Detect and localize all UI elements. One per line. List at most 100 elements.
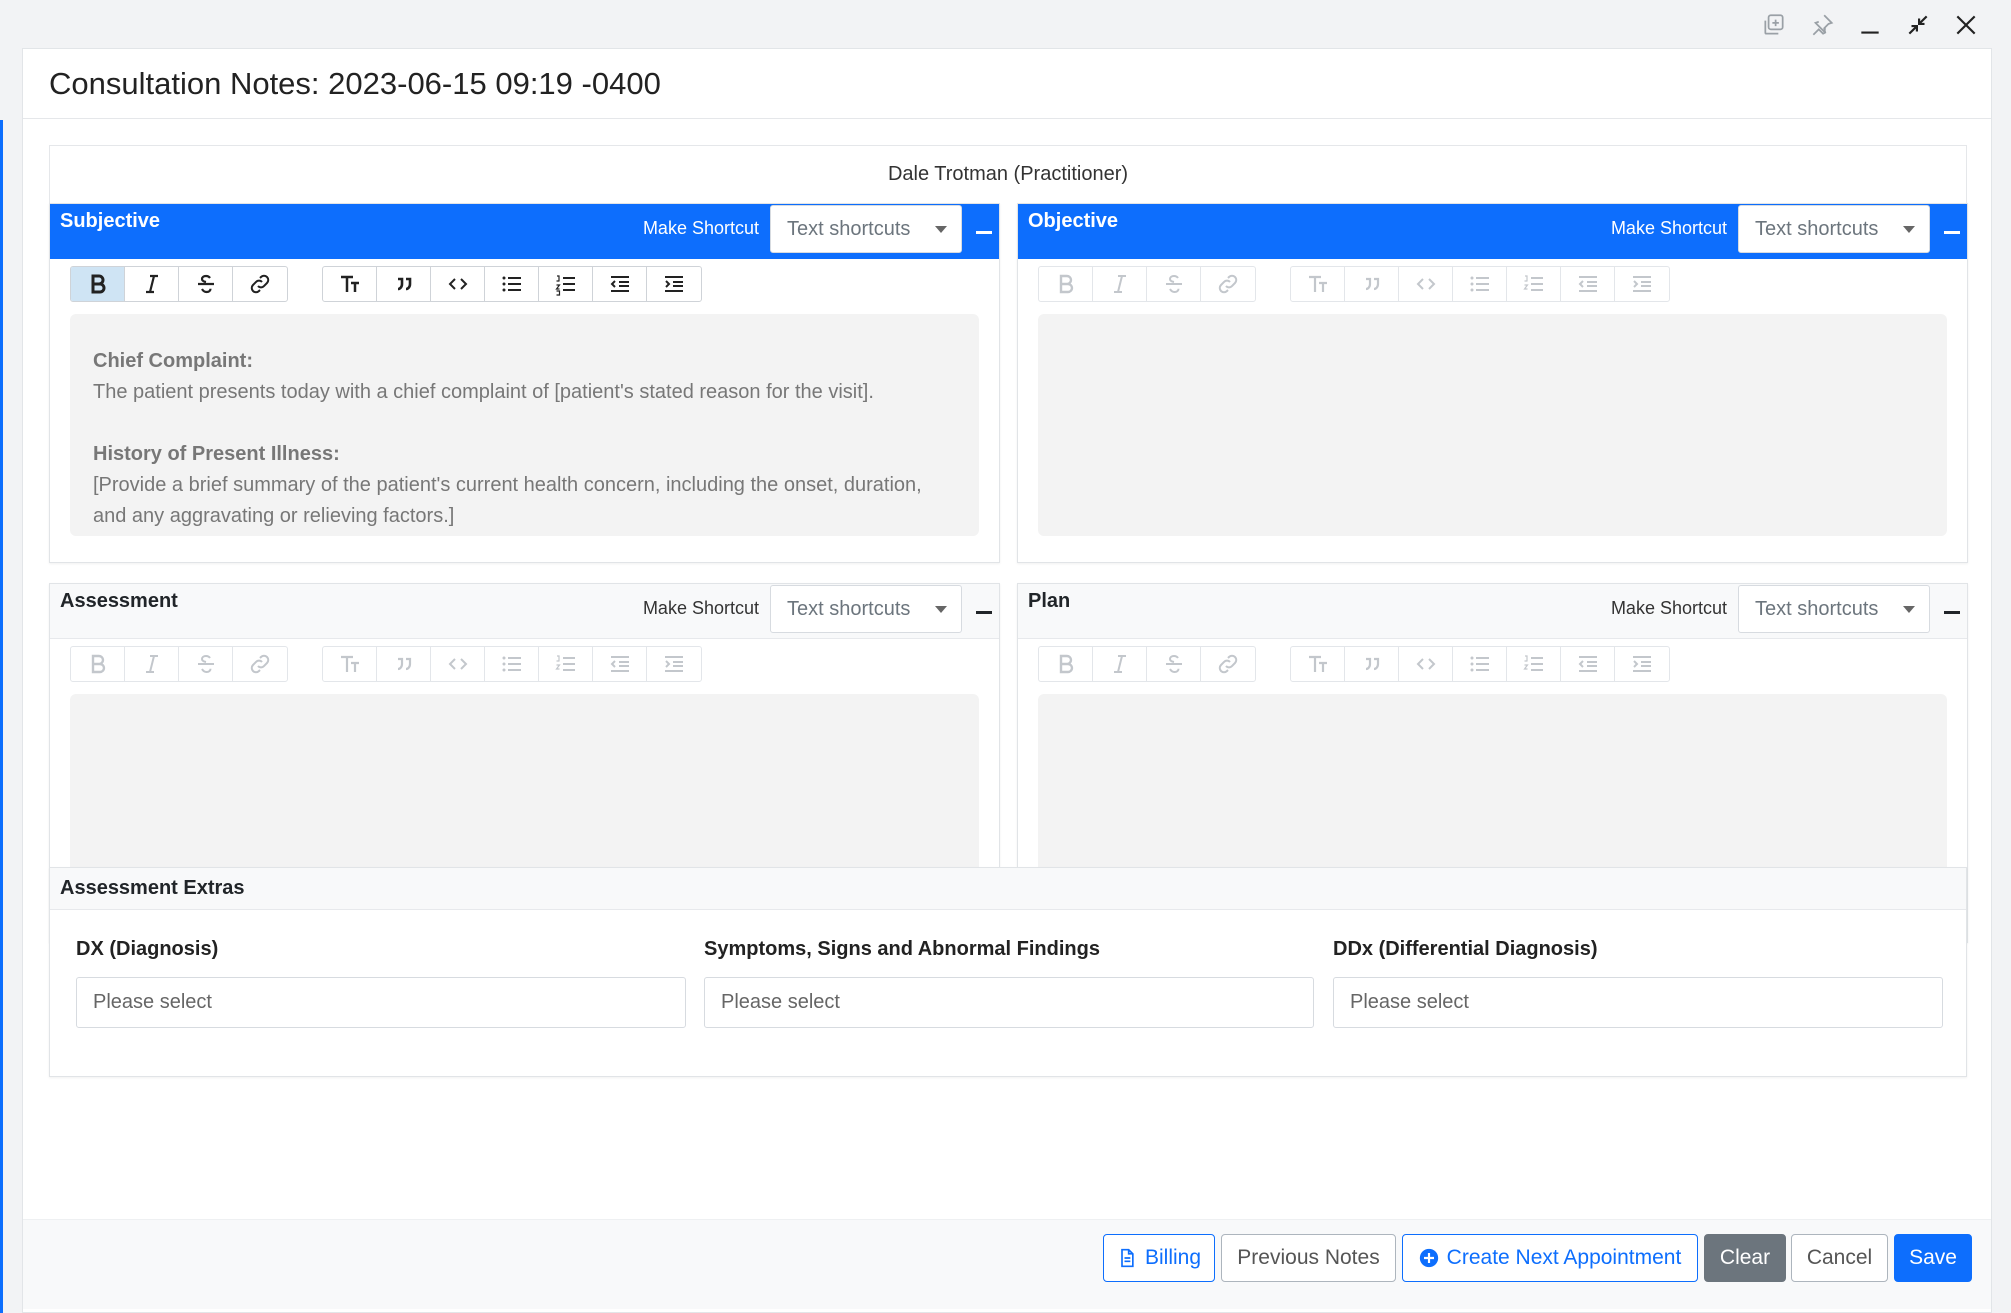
assessment-collapse-button[interactable]	[976, 611, 992, 614]
assessment-text-shortcuts-placeholder: Text shortcuts	[787, 597, 911, 620]
objective-make-shortcut-link[interactable]: Make Shortcut	[1611, 218, 1727, 239]
subjective-title: Subjective	[60, 210, 161, 232]
link-icon[interactable]	[1201, 267, 1255, 301]
subjective-collapse-button[interactable]	[976, 231, 992, 234]
collapse-icon[interactable]	[1901, 8, 1935, 42]
code-icon[interactable]	[1399, 647, 1453, 681]
objective-collapse-button[interactable]	[1944, 231, 1960, 234]
create-next-appointment-label: Create Next Appointment	[1446, 1246, 1682, 1269]
plan-make-shortcut-link[interactable]: Make Shortcut	[1611, 598, 1727, 619]
bold-icon[interactable]	[1039, 647, 1093, 681]
chief-complaint-text: The patient presents today with a chief …	[93, 381, 874, 403]
caret-down-icon	[1903, 606, 1915, 613]
assessment-title: Assessment	[60, 590, 178, 612]
quote-icon[interactable]	[1345, 267, 1399, 301]
ddx-select[interactable]: Please select	[1333, 977, 1943, 1028]
subjective-panel-header: Subjective Make Shortcut Text shortcuts	[50, 204, 999, 259]
bold-icon[interactable]	[1039, 267, 1093, 301]
consultation-notes-modal: Consultation Notes: 2023-06-15 09:19 -04…	[22, 48, 1992, 1313]
clear-button[interactable]: Clear	[1704, 1234, 1786, 1282]
quote-icon[interactable]	[377, 267, 431, 301]
ddx-field: DDx (Differential Diagnosis) Please sele…	[1333, 938, 1943, 1028]
strikethrough-icon[interactable]	[1147, 267, 1201, 301]
modal-title: Consultation Notes: 2023-06-15 09:19 -04…	[49, 65, 661, 101]
hpi-text: [Provide a brief summary of the patient'…	[93, 474, 922, 527]
pin-icon[interactable]	[1805, 8, 1839, 42]
strikethrough-icon[interactable]	[179, 647, 233, 681]
heading-icon[interactable]	[1291, 647, 1345, 681]
previous-notes-button[interactable]: Previous Notes	[1221, 1234, 1396, 1282]
bullet-list-icon[interactable]	[1453, 647, 1507, 681]
numbered-list-icon[interactable]	[1507, 267, 1561, 301]
close-icon[interactable]	[1949, 8, 1983, 42]
numbered-list-icon[interactable]	[1507, 647, 1561, 681]
link-icon[interactable]	[1201, 647, 1255, 681]
link-icon[interactable]	[233, 267, 287, 301]
italic-icon[interactable]	[1093, 647, 1147, 681]
modal-footer: Billing Previous Notes Create Next Appoi…	[23, 1219, 1991, 1309]
bullet-list-icon[interactable]	[485, 267, 539, 301]
strikethrough-icon[interactable]	[1147, 647, 1201, 681]
outdent-icon[interactable]	[1561, 647, 1615, 681]
assessment-text-shortcuts-select[interactable]: Text shortcuts	[770, 585, 962, 633]
symptoms-select[interactable]: Please select	[704, 977, 1314, 1028]
assessment-panel-header: Assessment Make Shortcut Text shortcuts	[50, 584, 999, 639]
ddx-label: DDx (Differential Diagnosis)	[1333, 938, 1598, 960]
billing-button[interactable]: Billing	[1103, 1234, 1215, 1282]
strikethrough-icon[interactable]	[179, 267, 233, 301]
bold-icon[interactable]	[71, 647, 125, 681]
bold-icon[interactable]	[71, 267, 125, 301]
subjective-make-shortcut-link[interactable]: Make Shortcut	[643, 218, 759, 239]
plan-collapse-button[interactable]	[1944, 611, 1960, 614]
objective-text-shortcuts-placeholder: Text shortcuts	[1755, 217, 1879, 240]
window-controls	[1757, 8, 1983, 42]
practitioner-name: Dale Trotman (Practitioner)	[49, 145, 1967, 203]
heading-icon[interactable]	[323, 267, 377, 301]
heading-icon[interactable]	[1291, 267, 1345, 301]
symptoms-field: Symptoms, Signs and Abnormal Findings Pl…	[704, 938, 1314, 1028]
quote-icon[interactable]	[1345, 647, 1399, 681]
italic-icon[interactable]	[125, 267, 179, 301]
assessment-editor-toolbar	[70, 646, 702, 682]
modal-body: Dale Trotman (Practitioner) Subjective M…	[49, 145, 1968, 943]
caret-down-icon	[935, 606, 947, 613]
save-button[interactable]: Save	[1894, 1234, 1972, 1282]
plan-text-shortcuts-select[interactable]: Text shortcuts	[1738, 585, 1930, 633]
bullet-list-icon[interactable]	[485, 647, 539, 681]
link-icon[interactable]	[233, 647, 287, 681]
objective-editor[interactable]	[1038, 314, 1947, 536]
heading-icon[interactable]	[323, 647, 377, 681]
caret-down-icon	[1903, 226, 1915, 233]
outdent-icon[interactable]	[593, 267, 647, 301]
quote-icon[interactable]	[377, 647, 431, 681]
cancel-button[interactable]: Cancel	[1791, 1234, 1888, 1282]
bullet-list-icon[interactable]	[1453, 267, 1507, 301]
assessment-make-shortcut-link[interactable]: Make Shortcut	[643, 598, 759, 619]
outdent-icon[interactable]	[1561, 267, 1615, 301]
modal-header: Consultation Notes: 2023-06-15 09:19 -04…	[23, 49, 1991, 119]
minimize-icon[interactable]	[1853, 8, 1887, 42]
indent-icon[interactable]	[647, 267, 701, 301]
objective-text-shortcuts-select[interactable]: Text shortcuts	[1738, 205, 1930, 253]
italic-icon[interactable]	[1093, 267, 1147, 301]
plan-title: Plan	[1028, 590, 1071, 612]
subjective-editor[interactable]: Chief Complaint: The patient presents to…	[70, 314, 979, 536]
code-icon[interactable]	[1399, 267, 1453, 301]
dx-select[interactable]: Please select	[76, 977, 686, 1028]
plan-panel-header: Plan Make Shortcut Text shortcuts	[1018, 584, 1967, 639]
subjective-text-shortcuts-select[interactable]: Text shortcuts	[770, 205, 962, 253]
code-icon[interactable]	[431, 267, 485, 301]
indent-icon[interactable]	[1615, 647, 1669, 681]
document-icon	[1121, 1248, 1134, 1268]
outdent-icon[interactable]	[593, 647, 647, 681]
indent-icon[interactable]	[1615, 267, 1669, 301]
dx-label: DX (Diagnosis)	[76, 938, 219, 960]
objective-title: Objective	[1028, 210, 1119, 232]
numbered-list-icon[interactable]	[539, 647, 593, 681]
italic-icon[interactable]	[125, 647, 179, 681]
numbered-list-icon[interactable]	[539, 267, 593, 301]
indent-icon[interactable]	[647, 647, 701, 681]
restore-icon[interactable]	[1757, 8, 1791, 42]
create-next-appointment-button[interactable]: Create Next Appointment	[1402, 1234, 1698, 1282]
code-icon[interactable]	[431, 647, 485, 681]
